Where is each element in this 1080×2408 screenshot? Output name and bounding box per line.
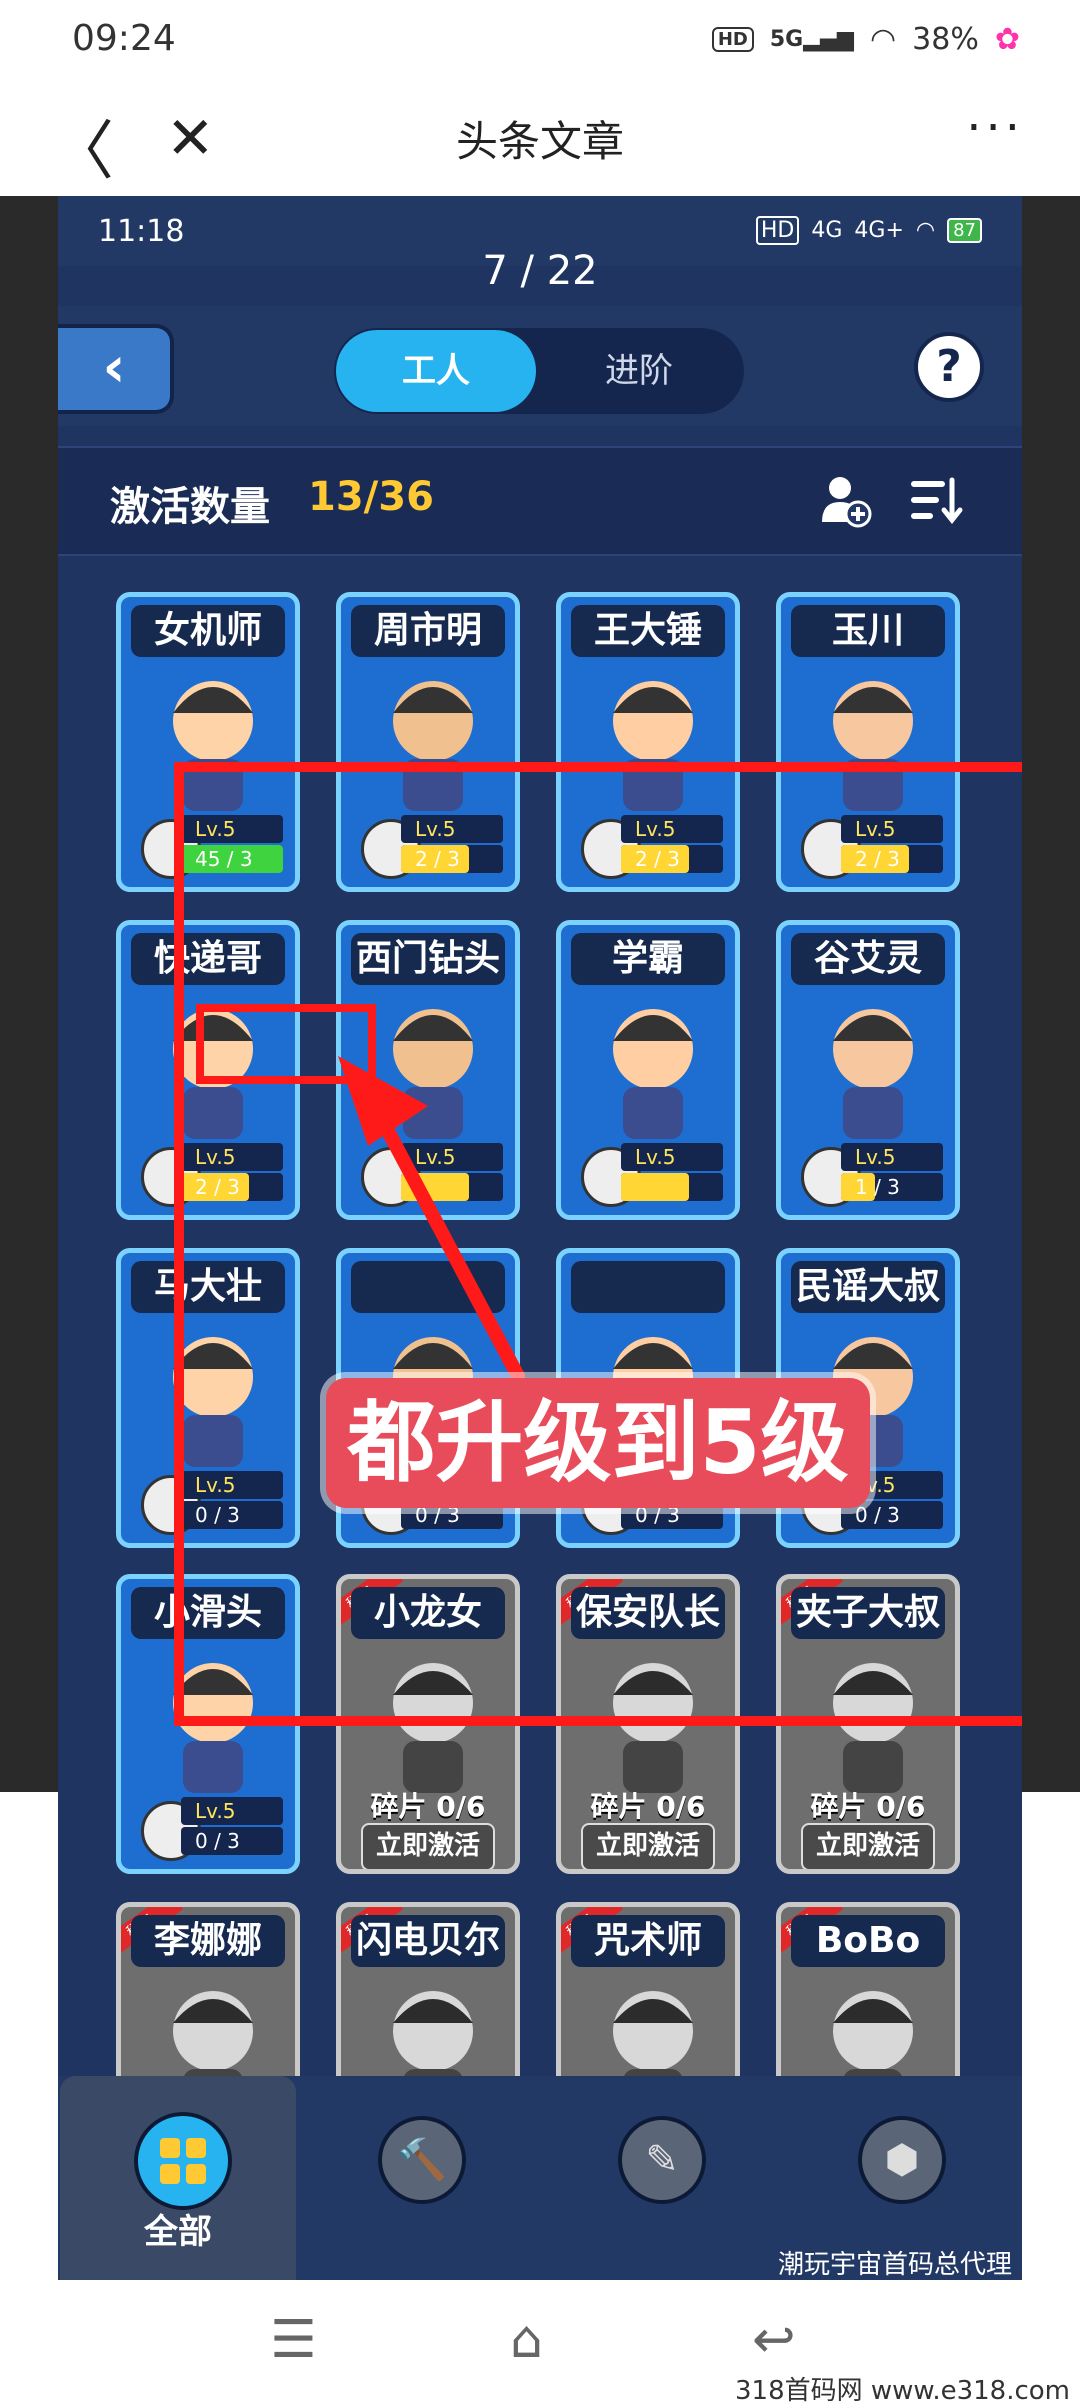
nav-screwdriver-tab[interactable]: ✎ bbox=[618, 2116, 706, 2204]
right-letterbox bbox=[1022, 196, 1080, 1792]
hd-icon: HD bbox=[711, 27, 754, 52]
more-button[interactable]: ··· bbox=[966, 100, 1024, 156]
worker-name: 王大锤 bbox=[571, 605, 725, 657]
highlight-frame bbox=[174, 762, 1022, 1726]
nav-all-label: 全部 bbox=[144, 2212, 212, 2252]
screwdriver-icon: ✎ bbox=[645, 2137, 679, 2183]
home-icon: ⌂ bbox=[510, 2310, 544, 2370]
fragment-count: 碎片 0/6 bbox=[590, 1790, 706, 1823]
watermark: 潮玩宇宙首码总代理 bbox=[777, 2250, 1012, 2280]
worker-name: 周市明 bbox=[351, 605, 505, 657]
pointer-arrow-icon bbox=[338, 1056, 525, 1383]
worker-name: BoBo bbox=[791, 1915, 945, 1967]
overlay-caption: 都升级到5级 bbox=[326, 1378, 870, 1508]
signal-icon: 5G▂▄▆ bbox=[769, 27, 854, 52]
box-icon: ⬢ bbox=[884, 2137, 920, 2183]
nav-hammer-tab[interactable]: 🔨 bbox=[378, 2116, 466, 2204]
nav-all-tab[interactable]: 全部 bbox=[60, 2076, 296, 2280]
phone-time: 09:24 bbox=[72, 18, 176, 59]
grid-icon bbox=[134, 2112, 232, 2210]
page-title: 头条文章 bbox=[455, 117, 624, 166]
fragment-count: 碎片 0/6 bbox=[370, 1790, 486, 1823]
return-icon: ↩ bbox=[752, 2310, 796, 2370]
activate-button[interactable]: 立即激活 bbox=[801, 1823, 935, 1869]
activate-button[interactable]: 立即激活 bbox=[581, 1823, 715, 1869]
flower-icon: ✿ bbox=[994, 22, 1020, 57]
phone-status-icons: HD 5G▂▄▆ ◠ 38% ✿ bbox=[711, 22, 1020, 57]
phone-status-bar: 09:24 HD 5G▂▄▆ ◠ 38% ✿ bbox=[0, 0, 1080, 86]
worker-name: 玉川 bbox=[791, 605, 945, 657]
game-bottom-nav: 全部 🔨 ✎ ⬢ 潮玩宇宙首码总代理 bbox=[58, 2076, 1022, 2280]
level-box: Lv.5 0 / 3 bbox=[141, 1797, 283, 1861]
menu-icon: ☰ bbox=[270, 2310, 317, 2370]
site-watermark: 318首码网 www.e318.com bbox=[735, 2376, 1070, 2406]
hammer-icon: 🔨 bbox=[397, 2137, 447, 2183]
home-button[interactable]: ⌂ bbox=[510, 2310, 543, 2370]
progress-text: 0 / 3 bbox=[195, 1829, 240, 1853]
wifi-icon: ◠ bbox=[869, 22, 897, 57]
return-button[interactable]: ↩ bbox=[752, 2310, 796, 2370]
game-screen: 11:18 HD 4G 4G+ ◠ 87 7 / 22 ‹ 工人 进阶 ? 激活… bbox=[58, 196, 1022, 2280]
worker-name: 李娜娜 bbox=[131, 1915, 285, 1967]
level-label: Lv.5 bbox=[181, 1797, 283, 1825]
battery-percent: 38% bbox=[912, 22, 979, 57]
nav-box-tab[interactable]: ⬢ bbox=[858, 2116, 946, 2204]
left-letterbox bbox=[0, 196, 58, 1792]
activate-button[interactable]: 立即激活 bbox=[361, 1823, 495, 1869]
browser-header: 〈 ✕ 头条文章 ··· bbox=[0, 86, 1080, 196]
worker-name: 闪电贝尔 bbox=[351, 1915, 505, 1967]
progress-bar: 0 / 3 bbox=[181, 1827, 283, 1855]
worker-name: 咒术师 bbox=[571, 1915, 725, 1967]
more-icon: ··· bbox=[966, 100, 1024, 156]
fragment-count: 碎片 0/6 bbox=[810, 1790, 926, 1823]
menu-button[interactable]: ☰ bbox=[270, 2310, 317, 2370]
worker-name: 女机师 bbox=[131, 605, 285, 657]
